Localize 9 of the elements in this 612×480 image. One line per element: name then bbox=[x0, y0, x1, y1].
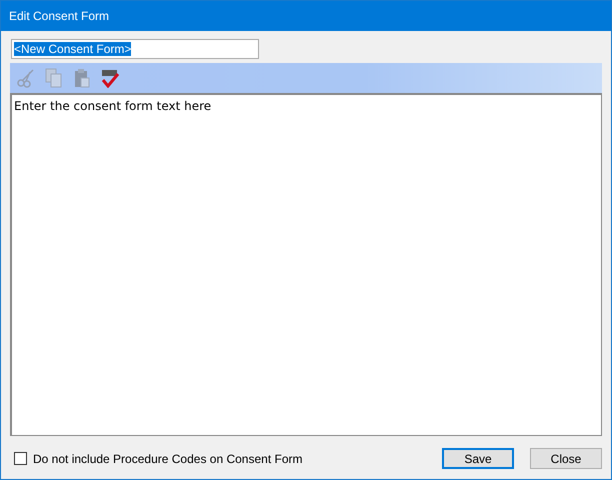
save-button[interactable]: Save bbox=[442, 448, 514, 469]
name-field[interactable]: <New Consent Form> bbox=[11, 39, 259, 59]
window-title: Edit Consent Form bbox=[9, 9, 110, 23]
editor-text: Enter the consent form text here bbox=[14, 99, 212, 113]
close-button[interactable]: Close bbox=[530, 448, 602, 469]
checkbox-label: Do not include Procedure Codes on Consent Form bbox=[33, 452, 302, 466]
checkbox[interactable] bbox=[14, 452, 27, 465]
spellcheck-icon[interactable] bbox=[100, 68, 120, 88]
text-editor[interactable]: Enter the consent form text here bbox=[10, 93, 602, 436]
